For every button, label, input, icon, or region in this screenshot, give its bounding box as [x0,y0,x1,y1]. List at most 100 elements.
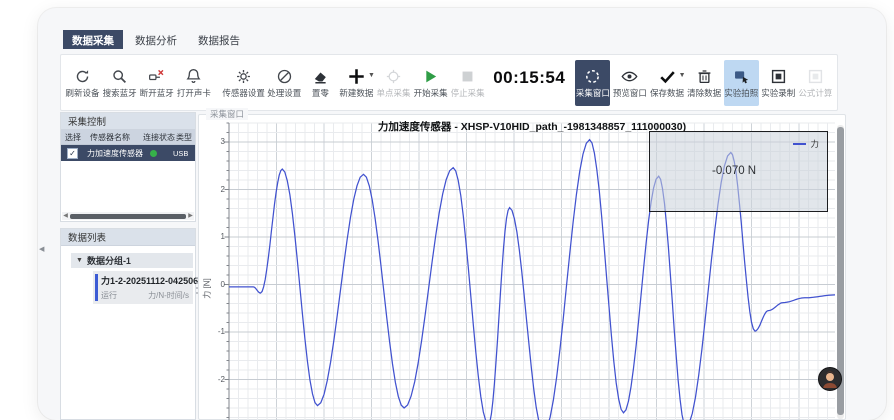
single-point-collect-button: 单点采集 [376,60,411,106]
group-collapse-icon[interactable]: ▼ [76,257,83,264]
check-icon [658,67,677,86]
y-axis-label: 力 [N] [202,269,213,309]
toolbar: 刷新设备搜索蓝牙断开蓝牙打开声卡 传感器设置处理设置 置零 ▼新建数据单点采集开始采集… [60,54,838,111]
data-list-header: 数据列表 [61,229,195,246]
search-bluetooth-button[interactable]: 搜索蓝牙 [102,60,137,106]
sensor-type: USB [173,149,188,158]
preview-window-button[interactable]: 预览窗口 [612,60,647,106]
set-zero-label: 置零 [312,89,329,98]
sensor-checkbox[interactable]: ✓ [67,148,78,159]
chart-groupbox-label: 采集窗口 [206,108,248,120]
collect-timer: 00:15:54 [493,68,565,88]
chart-panel: 力加速度传感器 - XHSP-V10HID_path_-1981348857_1… [198,114,846,420]
sidebar-collapse-icon[interactable]: ◀ [39,245,44,253]
record-signal: 力/N-时间/s [148,290,189,301]
formula-calc-label: 公式计算 [798,89,832,98]
y-tick-label: -1 [201,327,225,336]
hscroll-right-arrow-icon[interactable]: ▶ [187,212,194,220]
data-record-item[interactable]: 力1-2-20251112-042506⋮运行力/N-时间/s [93,271,193,304]
data-group-row[interactable]: ▼ 数据分组-1 [71,253,193,268]
record-title: 力1-2-20251112-042506 [101,274,198,287]
open-soundcard-label: 打开声卡 [177,89,211,98]
trash-icon [695,67,714,86]
sensor-row[interactable]: ✓ 力加速度传感器 USB [61,145,195,161]
collect-control-panel: 采集控制 选择传感器名称连接状态类型 ✓ 力加速度传感器 USB ◀ ▶ [60,112,196,222]
app-window: 数据采集数据分析数据报告 刷新设备搜索蓝牙断开蓝牙打开声卡 传感器设置处理设置 置零… [38,8,886,420]
column-header: 连接状态 [143,132,176,143]
start-collect-label: 开始采集 [414,89,448,98]
formula-icon [806,67,825,86]
plus-icon [347,67,366,86]
sensor-settings-button[interactable]: 传感器设置 [222,60,264,106]
tab-data-report[interactable]: 数据报告 [189,30,249,49]
disconnect-bluetooth-button[interactable]: 断开蓝牙 [139,60,174,106]
connection-status-dot [150,150,157,157]
eye-icon [620,67,639,86]
column-header: 选择 [61,132,90,143]
dashed-circle-icon [583,67,602,86]
clear-data-label: 清除数据 [687,89,721,98]
disconnect-bluetooth-label: 断开蓝牙 [140,89,174,98]
preview-window-label: 预览窗口 [613,89,647,98]
process-settings-label: 处理设置 [267,89,301,98]
sensor-table-hscrollbar[interactable]: ◀ ▶ [62,212,194,220]
collect-window-button[interactable]: 采集窗口 [575,60,610,106]
dropdown-caret-icon[interactable]: ▼ [368,72,375,79]
measurement-annotation-box[interactable]: -0.070 N 力 [649,131,828,212]
y-tick-label: 0 [201,280,225,289]
gear-icon [234,67,253,86]
legend-label: 力 [810,138,819,150]
save-data-label: 保存数据 [650,89,684,98]
tab-data-analysis[interactable]: 数据分析 [126,30,186,49]
collect-control-header: 采集控制 [61,113,195,130]
dropdown-caret-icon[interactable]: ▼ [679,72,686,79]
y-tick-label: 2 [201,185,225,194]
sensor-name: 力加速度传感器 [87,148,140,159]
hscroll-thumb[interactable] [70,214,186,219]
sensor-table-body: ✓ 力加速度传感器 USB [61,145,195,161]
tab-data-collect[interactable]: 数据采集 [63,30,123,49]
y-tick-label: 1 [201,232,225,241]
sensor-table-header: 选择传感器名称连接状态类型 [61,130,195,145]
data-list-panel: 数据列表 ▼ 数据分组-1 力1-2-20251112-042506⋮运行力/N… [60,228,196,420]
snapshot-icon [732,67,751,86]
collect-window-label: 采集窗口 [576,89,610,98]
data-items: 力1-2-20251112-042506⋮运行力/N-时间/s [61,271,195,304]
save-data-button[interactable]: ▼ 保存数据 [649,60,684,106]
stop-collect-button: 停止采集 [450,60,485,106]
panel-splitter-handle[interactable] [195,274,199,297]
play-icon [421,67,440,86]
crosshair-icon [384,67,403,86]
stop-collect-label: 停止采集 [451,89,485,98]
set-zero-button[interactable]: 置零 [304,60,337,106]
start-collect-button[interactable]: 开始采集 [413,60,448,106]
sensor-settings-label: 传感器设置 [222,89,265,98]
open-soundcard-button[interactable]: 打开声卡 [176,60,211,106]
y-tick-label: -2 [201,375,225,384]
clear-data-button[interactable]: 清除数据 [687,60,722,106]
record-icon [769,67,788,86]
tab-bar: 数据采集数据分析数据报告 [63,30,249,49]
formula-calc-button: 公式计算 [798,60,833,106]
disconnect-icon [147,67,166,86]
column-header: 传感器名称 [90,132,143,143]
experiment-record-label: 实验录制 [761,89,795,98]
user-avatar[interactable] [818,367,842,391]
column-header: 类型 [176,132,192,143]
refresh-device-label: 刷新设备 [66,89,100,98]
eraser-icon [311,67,330,86]
item-accent-bar [95,274,98,301]
legend-line-swatch [793,143,806,145]
record-status: 运行 [101,290,117,301]
refresh-device-button[interactable]: 刷新设备 [65,60,100,106]
refresh-icon [73,67,92,86]
process-settings-button[interactable]: 处理设置 [267,60,302,106]
avatar-person-icon [819,368,841,390]
data-group-label: 数据分组-1 [87,254,131,267]
stop-icon [458,67,477,86]
single-point-collect-label: 单点采集 [376,89,410,98]
new-data-button[interactable]: ▼新建数据 [339,60,374,106]
experiment-record-button[interactable]: 实验录制 [761,60,796,106]
hscroll-left-arrow-icon[interactable]: ◀ [62,212,69,220]
experiment-photo-button[interactable]: 实验拍照 [724,60,759,106]
